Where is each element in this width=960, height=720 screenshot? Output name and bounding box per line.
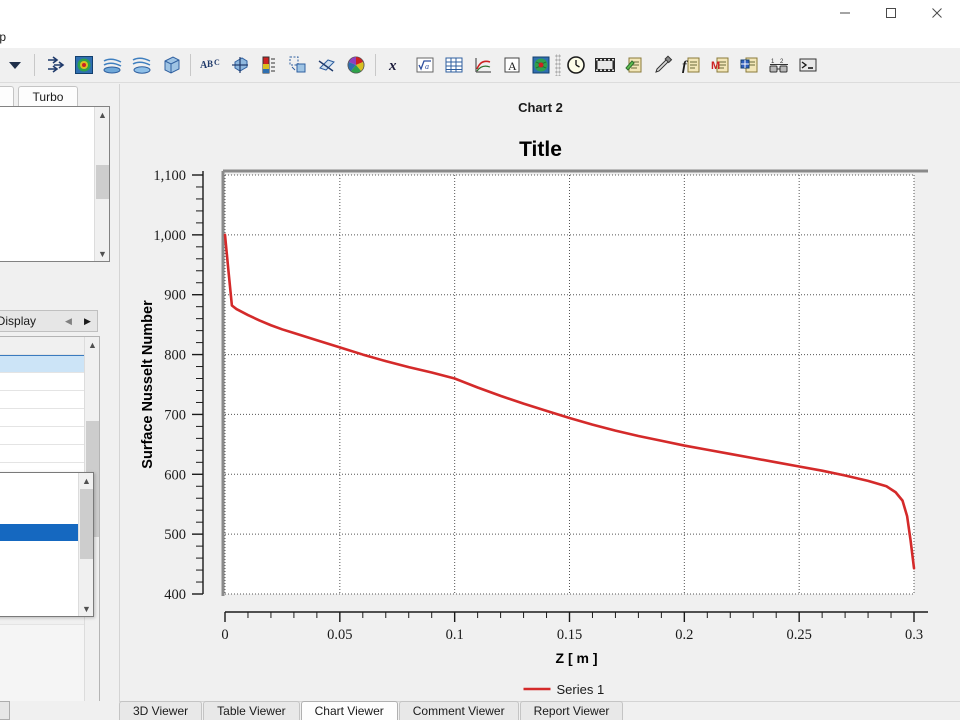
tab-report-viewer[interactable]: Report Viewer [519,701,624,720]
scalar-scene-icon[interactable] [69,50,98,80]
svg-text:A: A [508,59,517,73]
x-axis-title: Z [ m ] [556,650,598,666]
tab-chart-viewer[interactable]: Chart Viewer [300,701,398,720]
bottom-left-button[interactable] [0,701,10,720]
clock-icon[interactable] [561,50,590,80]
window-controls [822,0,960,26]
xy-plot-icon[interactable] [468,50,497,80]
plane-display-label: ne Display [0,314,37,328]
tab-table-viewer[interactable]: Table Viewer [203,701,300,720]
plot-background [225,175,914,594]
abc-text-icon[interactable]: A B C [196,50,225,80]
left-panel-tab-turbo[interactable]: Turbo [18,86,78,106]
left-panel-tabs: Turbo [0,84,119,106]
chart-viewer-panel: Chart 2 Title 400 500 600 700 800 900 1,000 1,1… [119,84,960,701]
x-tick-label: 0 [221,627,228,643]
y-tick-label: 800 [164,348,186,364]
y-tick-label: 700 [164,407,186,423]
svg-text:x: x [388,58,397,74]
svg-text:f: f [682,59,688,74]
function-file-icon[interactable]: f [677,50,706,80]
y-tick-label: 1,100 [153,168,186,184]
open-dropdown-list[interactable]: ▲ ▼ [0,472,94,617]
title-bar [0,0,960,26]
transform-icon[interactable] [283,50,312,80]
chevron-left-icon[interactable]: ◀ [59,311,78,331]
color-wheel-icon[interactable] [341,50,370,80]
table-icon[interactable] [439,50,468,80]
menu-bar: elp [0,26,960,48]
binoculars-icon[interactable]: 1 2 [764,50,793,80]
y-tick-label: 1,000 [153,228,186,244]
bottom-left-stub [0,701,119,720]
x-tick-label: 0.3 [905,627,923,643]
scrollbar-thumb[interactable] [80,489,93,559]
geometry-cube-icon[interactable] [156,50,185,80]
colorbar-icon[interactable] [254,50,283,80]
left-panel: Turbo ▲ ▼ ne Display ◀ ▶ ▲ ▼ [0,84,119,720]
globe-icon[interactable] [526,50,555,80]
eyedropper-icon[interactable] [648,50,677,80]
axes-triad-icon[interactable] [225,50,254,80]
scroll-down-icon[interactable]: ▼ [95,246,110,261]
application-window: elp [0,0,960,720]
close-icon[interactable] [914,0,960,26]
chart-plot[interactable]: 400 500 600 700 800 900 1,000 1,100 0 0.05 0.1 0.15… [120,84,960,701]
dropdown-arrow-icon[interactable] [0,50,29,80]
plane-display-combo[interactable]: ne Display ◀ ▶ [0,310,98,332]
toolbar: A B C x a A f M 1 2 [0,48,960,83]
scrollbar-thumb[interactable] [96,165,109,199]
plane-section-icon[interactable] [312,50,341,80]
chevron-right-icon[interactable]: ▶ [78,311,97,331]
tab-comment-viewer[interactable]: Comment Viewer [398,701,519,720]
y-tick-label: 600 [164,467,186,483]
x-tick-label: 0.1 [446,627,464,643]
y-tick-label: 900 [164,288,186,304]
maximize-icon[interactable] [868,0,914,26]
scroll-up-icon[interactable]: ▲ [79,473,94,488]
dropdown-scrollbar[interactable]: ▲ ▼ [78,473,93,616]
listbox-scrollbar[interactable]: ▲ ▼ [94,107,109,261]
viewer-tab-bar: 3D Viewer Table Viewer Chart Viewer Comment… [119,701,960,720]
svg-text:a: a [425,62,429,71]
edit-list-icon[interactable] [619,50,648,80]
function-x-icon[interactable]: x [381,50,410,80]
menu-help[interactable]: elp [0,30,8,44]
x-tick-label: 0.25 [786,627,811,643]
vectors-icon[interactable] [40,50,69,80]
x-tick-label: 0.2 [675,627,693,643]
svg-text:C: C [214,58,220,67]
svg-text:B: B [207,59,213,69]
macro-record-icon[interactable]: M [706,50,735,80]
svg-text:M: M [711,60,720,72]
toolbar-separator [34,54,35,76]
toolbar-separator [190,54,191,76]
y-tick-label: 500 [164,527,186,543]
tab-3d-viewer[interactable]: 3D Viewer [119,701,203,720]
console-icon[interactable] [793,50,822,80]
scroll-down-icon[interactable]: ▼ [79,601,94,616]
minimize-icon[interactable] [822,0,868,26]
report-icon[interactable] [735,50,764,80]
y-tick-label: 400 [164,587,186,603]
left-panel-listbox[interactable]: ▲ ▼ [0,106,110,262]
left-panel-tab-clipped[interactable] [0,86,14,106]
streamline-icon[interactable] [98,50,127,80]
x-tick-label: 0.15 [557,627,582,643]
toolbar-separator [375,54,376,76]
scroll-up-icon[interactable]: ▲ [85,337,100,352]
x-tick-label: 0.05 [327,627,352,643]
scroll-up-icon[interactable]: ▲ [95,107,110,122]
film-strip-icon[interactable] [590,50,619,80]
y-axis-title: Surface Nusselt Number [140,300,156,469]
formula-icon[interactable]: a [410,50,439,80]
text-box-icon[interactable]: A [497,50,526,80]
streamline-alt-icon[interactable] [127,50,156,80]
legend-label[interactable]: Series 1 [557,682,605,697]
